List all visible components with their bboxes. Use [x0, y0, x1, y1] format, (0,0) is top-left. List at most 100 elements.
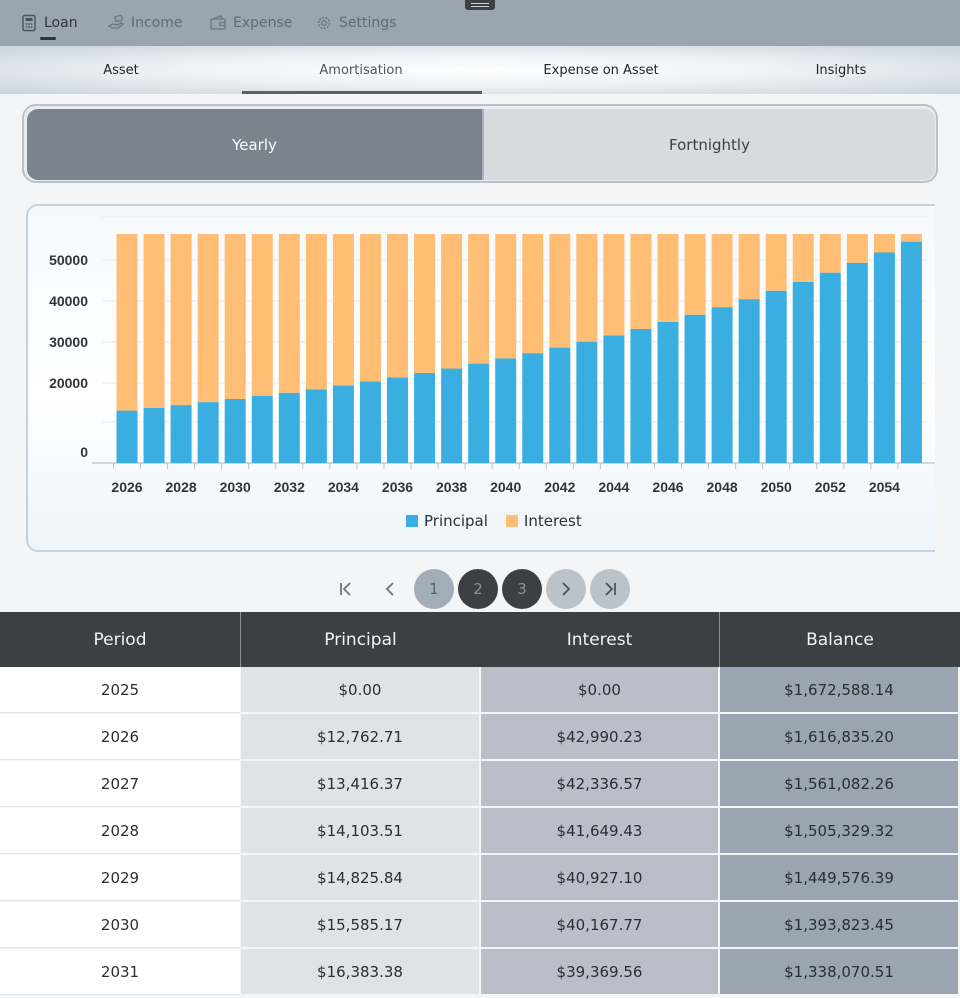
- page-button-3[interactable]: 3: [502, 569, 542, 609]
- nav-item-expense[interactable]: Expense: [209, 12, 292, 34]
- bar-interest: [224, 234, 246, 399]
- column-header-principal[interactable]: Principal: [241, 612, 480, 667]
- chart-canvas: 0 20000 30000 40000 50000 2026 2028 2030 2032 203…: [49, 216, 935, 495]
- nav-item-income[interactable]: Income: [107, 12, 183, 34]
- legend-label-principal: Principal: [424, 512, 488, 530]
- calculator-icon: [20, 14, 38, 32]
- nav-item-loan[interactable]: Loan: [20, 12, 78, 40]
- bar-interest: [765, 234, 787, 291]
- legend-swatch-interest: [505, 515, 518, 527]
- cell-balance: $1,616,835.20: [720, 714, 958, 760]
- next-page-button[interactable]: [546, 569, 586, 609]
- table-row[interactable]: 2025 $0.00 $0.00 $1,672,588.14: [0, 667, 960, 714]
- column-header-interest[interactable]: Interest: [480, 612, 720, 667]
- table-row[interactable]: 2027 $13,416.37 $42,336.57 $1,561,082.26: [0, 761, 960, 808]
- yearly-button[interactable]: Yearly: [27, 109, 482, 180]
- header-label: Balance: [806, 629, 874, 650]
- column-header-balance[interactable]: Balance: [720, 612, 960, 667]
- bar-interest: [441, 234, 463, 369]
- page-button-1[interactable]: 1: [414, 569, 454, 609]
- cell-interest: $42,990.23: [481, 714, 718, 760]
- bar-principal: [576, 341, 598, 463]
- chart-legend: Principal Interest: [406, 512, 600, 530]
- hand-money-icon: [107, 14, 125, 32]
- bar-interest: [359, 234, 381, 382]
- bar-interest: [116, 234, 138, 411]
- x-tick-label: 2026: [111, 479, 142, 495]
- cell-principal: $0.00: [241, 667, 479, 713]
- table-row[interactable]: 2029 $14,825.84 $40,927.10 $1,449,576.39: [0, 855, 960, 902]
- legend-label-interest: Interest: [523, 512, 582, 530]
- bar-interest: [251, 234, 273, 396]
- bar-interest: [576, 234, 598, 342]
- cell-principal: $15,585.17: [241, 902, 479, 948]
- last-page-button[interactable]: [590, 569, 630, 609]
- tab-insights[interactable]: Insights: [721, 46, 960, 94]
- bar-principal: [197, 402, 219, 463]
- legend-swatch-principal: [406, 515, 418, 527]
- cell-period: 2029: [0, 855, 240, 901]
- cell-period: 2031: [0, 949, 240, 995]
- bar-interest: [684, 234, 706, 315]
- nav-label-income: Income: [131, 15, 183, 31]
- bar-principal: [792, 281, 814, 463]
- cell-period: 2026: [0, 714, 240, 760]
- cell-balance: $1,505,329.32: [720, 808, 958, 854]
- fortnightly-button[interactable]: Fortnightly: [482, 109, 935, 180]
- x-tick-label: 2030: [220, 479, 251, 495]
- yearly-label: Yearly: [232, 135, 277, 154]
- bar-interest: [414, 234, 436, 374]
- tab-amortisation[interactable]: Amortisation: [241, 46, 482, 94]
- y-tick-label: 30000: [49, 334, 88, 350]
- x-tick-label: 2054: [869, 479, 900, 495]
- tab-expense-on-asset[interactable]: Expense on Asset: [481, 46, 721, 94]
- cell-principal: $12,762.71: [241, 714, 479, 760]
- legend-item-principal[interactable]: Principal: [406, 512, 488, 530]
- bar-interest: [792, 234, 814, 282]
- bar-interest: [495, 234, 517, 359]
- active-tab-indicator: [242, 91, 482, 94]
- page-button-2[interactable]: 2: [458, 569, 498, 609]
- bar-interest: [522, 234, 544, 354]
- bar-principal: [305, 389, 327, 463]
- table-row[interactable]: 2030 $15,585.17 $40,167.77 $1,393,823.45: [0, 902, 960, 949]
- x-tick-label: 2032: [274, 479, 305, 495]
- bar-principal: [873, 252, 895, 463]
- cell-balance: $1,561,082.26: [720, 761, 958, 807]
- cell-balance: $1,672,588.14: [720, 667, 958, 713]
- bar-interest: [819, 234, 841, 273]
- x-tick-label: 2048: [707, 479, 738, 495]
- first-page-button[interactable]: [326, 569, 366, 609]
- table-row[interactable]: 2026 $12,762.71 $42,990.23 $1,616,835.20: [0, 714, 960, 761]
- bar-principal: [738, 299, 760, 463]
- x-tick-label: 2040: [490, 479, 521, 495]
- x-tick-label: 2050: [761, 479, 792, 495]
- bar-interest: [603, 234, 625, 336]
- bar-principal: [143, 407, 165, 463]
- table-header: Period Principal Interest Balance: [0, 612, 960, 667]
- bar-interest: [197, 234, 219, 403]
- tab-asset[interactable]: Asset: [1, 46, 241, 94]
- tab-expense-on-asset-label: Expense on Asset: [543, 62, 659, 78]
- table-row[interactable]: 2031 $16,383.38 $39,369.56 $1,338,070.51: [0, 949, 960, 996]
- chevron-left-icon: [385, 582, 394, 596]
- page-number: 1: [429, 580, 439, 598]
- bar-interest: [738, 234, 760, 300]
- column-header-period[interactable]: Period: [0, 612, 241, 667]
- bar-principal: [387, 377, 408, 463]
- cell-principal: $14,103.51: [241, 808, 479, 854]
- cell-period: 2025: [0, 667, 240, 713]
- drag-handle[interactable]: [465, 0, 495, 10]
- first-page-icon: [340, 582, 351, 596]
- cell-principal: $14,825.84: [241, 855, 479, 901]
- previous-page-button[interactable]: [370, 569, 410, 609]
- legend-item-interest[interactable]: Interest: [505, 512, 582, 530]
- nav-item-settings[interactable]: Settings: [315, 12, 396, 34]
- bar-principal: [522, 353, 544, 463]
- bar-interest: [332, 234, 354, 386]
- header-label: Principal: [324, 629, 397, 650]
- header-label: Interest: [566, 629, 633, 650]
- y-tick-label: 50000: [49, 252, 88, 268]
- table-row[interactable]: 2028 $14,103.51 $41,649.43 $1,505,329.32: [0, 808, 960, 855]
- wallet-icon: [209, 14, 227, 32]
